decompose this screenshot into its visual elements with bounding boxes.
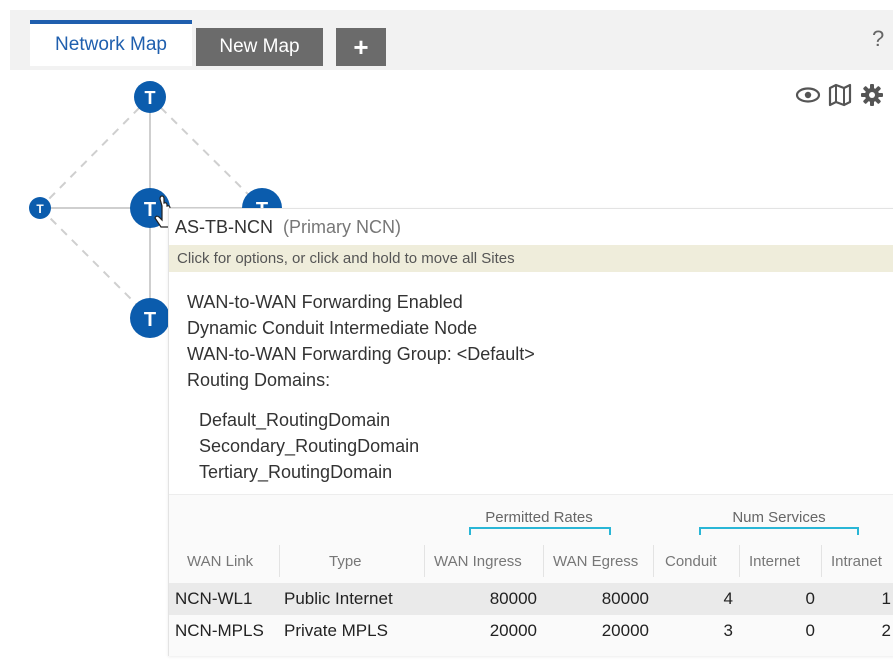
cell-wan-egress: 20000: [601, 621, 649, 640]
table-row[interactable]: NCN-WL1 Public Internet 80000 80000 4 0 …: [169, 583, 893, 615]
cell-type: Private MPLS: [284, 621, 388, 640]
routing-domain-item: Secondary_RoutingDomain: [199, 436, 420, 456]
property-line: Dynamic Conduit Intermediate Node: [187, 318, 478, 338]
site-role: (Primary NCN): [283, 217, 401, 237]
map-icon[interactable]: [827, 82, 853, 108]
column-divider: [543, 545, 544, 577]
site-properties: WAN-to-WAN Forwarding Enabled Dynamic Co…: [187, 289, 535, 393]
routing-domain-item: Default_RoutingDomain: [199, 410, 391, 430]
cell-internet: 0: [805, 621, 815, 640]
column-header-conduit: Conduit: [665, 553, 717, 570]
cell-conduit: 3: [723, 621, 733, 640]
property-line: Routing Domains:: [187, 370, 331, 390]
group-bracket: [469, 527, 611, 535]
site-name: AS-TB-NCN: [175, 217, 273, 237]
cell-type: Public Internet: [284, 589, 393, 608]
column-header-wan-egress: WAN Egress: [553, 553, 639, 570]
column-header-internet: Internet: [749, 553, 800, 570]
column-header-wan-ingress: WAN Ingress: [434, 553, 522, 570]
cell-wan-egress: 80000: [601, 589, 649, 608]
cell-intranet: 1: [881, 589, 891, 608]
popup-title: AS-TB-NCN (Primary NCN): [175, 217, 401, 238]
cell-internet: 0: [805, 589, 815, 608]
svg-text:T: T: [144, 199, 156, 221]
dynamic-link-line: [39, 207, 151, 319]
column-divider: [821, 545, 822, 577]
property-line: WAN-to-WAN Forwarding Group: <Default>: [187, 344, 535, 364]
column-divider: [424, 545, 425, 577]
gear-icon[interactable]: [859, 82, 885, 108]
svg-text:T: T: [145, 88, 156, 108]
cell-wan-link: NCN-WL1: [175, 589, 253, 608]
column-header-intranet: Intranet: [831, 553, 882, 570]
cell-conduit: 4: [723, 589, 733, 608]
column-header-wan-link: WAN Link: [187, 553, 254, 570]
column-divider: [279, 545, 280, 577]
popup-hint: Click for options, or click and hold to …: [169, 245, 893, 272]
group-bracket: [699, 527, 859, 535]
eye-icon[interactable]: [795, 82, 821, 108]
cell-intranet: 2: [881, 621, 891, 640]
site-node-top[interactable]: T: [134, 81, 166, 113]
site-node-bottom[interactable]: T: [130, 298, 170, 338]
site-node-left[interactable]: T: [29, 197, 51, 219]
table-row[interactable]: NCN-MPLS Private MPLS 20000 20000 3 0 2: [169, 615, 893, 647]
site-details-popup[interactable]: AS-TB-NCN (Primary NCN) Click for options…: [168, 208, 893, 656]
wan-link-table: Permitted Rates Num Services WAN Link Ty…: [169, 494, 893, 656]
svg-text:T: T: [144, 309, 156, 331]
dynamic-link-line: [149, 96, 263, 209]
property-line: WAN-to-WAN Forwarding Enabled: [187, 292, 463, 312]
cell-wan-ingress: 80000: [489, 589, 537, 608]
svg-text:T: T: [36, 202, 44, 216]
column-divider: [653, 545, 654, 577]
group-header-num-services: Num Services: [732, 509, 826, 526]
cell-wan-link: NCN-MPLS: [175, 621, 264, 640]
cell-wan-ingress: 20000: [489, 621, 537, 640]
column-divider: [739, 545, 740, 577]
routing-domain-item: Tertiary_RoutingDomain: [199, 462, 393, 482]
routing-domain-list: Default_RoutingDomain Secondary_RoutingD…: [199, 407, 419, 485]
column-header-type: Type: [329, 553, 362, 570]
group-header-permitted-rates: Permitted Rates: [485, 509, 593, 526]
map-toolbar: [795, 82, 885, 108]
dynamic-link-line: [39, 96, 151, 209]
